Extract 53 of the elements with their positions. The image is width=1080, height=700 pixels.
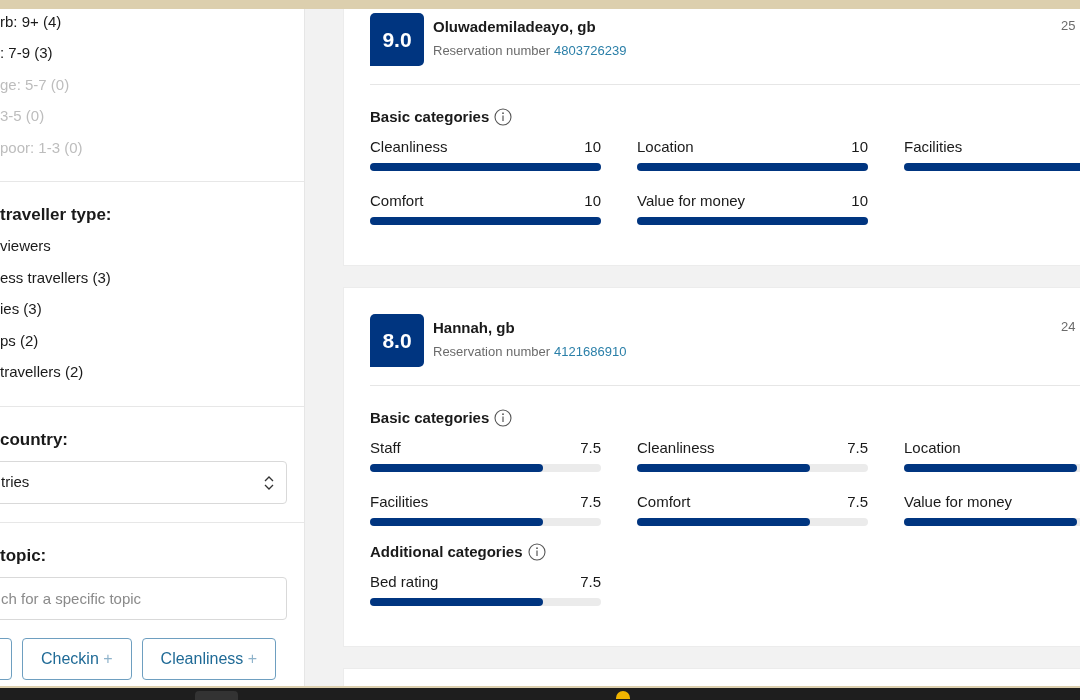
reservation-label: Reservation number — [433, 343, 551, 361]
info-icon[interactable] — [494, 409, 513, 427]
topic-button[interactable]: Checkin + — [22, 638, 132, 680]
category-label: Location — [637, 136, 694, 157]
category-label: Location — [904, 437, 961, 458]
category-score: 10 — [584, 136, 601, 157]
filter-option[interactable]: : 7-9 (3) — [0, 37, 304, 69]
category-label: Cleanliness — [637, 437, 715, 458]
category-score: 10 — [851, 190, 868, 211]
category-heading: Basic categories — [370, 106, 490, 127]
category-score: 10 — [851, 136, 868, 157]
review-date: 24 — [1061, 318, 1076, 336]
reservation-label: Reservation number — [433, 42, 551, 60]
category-score: 7.5 — [580, 571, 601, 592]
category-label: Facilities — [904, 136, 963, 157]
info-icon[interactable] — [494, 108, 513, 126]
category-label: Comfort — [370, 190, 424, 211]
category-label: Facilities — [370, 491, 429, 512]
filter-option[interactable]: travellers (2) — [0, 356, 304, 388]
category-score: 7.5 — [580, 437, 601, 458]
country-select[interactable]: tries — [0, 461, 287, 504]
category-label: Value for money — [904, 491, 1013, 512]
category-label: Comfort — [637, 491, 691, 512]
filter-heading: traveller type: — [0, 203, 113, 226]
topic-button[interactable]: Cleanliness + — [141, 638, 277, 680]
score-badge: 8.0 — [370, 314, 424, 367]
filter-option[interactable]: rb: 9+ (4) — [0, 6, 304, 38]
app-icon[interactable] — [616, 691, 630, 699]
info-icon[interactable] — [527, 543, 546, 561]
reviewer-name: Hannah, gb — [433, 318, 516, 338]
chevron-icon — [264, 475, 274, 490]
category-score: 7.5 — [847, 437, 868, 458]
filter-heading: topic: — [0, 545, 48, 567]
reservation-number[interactable]: 4121686910 — [554, 342, 627, 362]
category-label: Cleanliness — [370, 136, 448, 157]
reservation-number[interactable]: 4803726239 — [554, 41, 627, 61]
score-badge: 9.0 — [370, 13, 424, 66]
category-score: 10 — [584, 190, 601, 211]
topic-search-field[interactable]: ch for a specific topic — [0, 577, 287, 620]
filter-option[interactable]: ess travellers (3) — [0, 262, 304, 294]
reviewer-name: Oluwademiladeayo, gb — [433, 17, 597, 37]
review-date: 25 — [1061, 17, 1076, 35]
category-label: Bed rating — [370, 571, 439, 592]
category-label: Value for money — [637, 190, 746, 211]
filter-option[interactable]: ies (3) — [0, 293, 304, 325]
category-heading: Additional categories — [370, 541, 523, 562]
category-score: 7.5 — [580, 491, 601, 512]
category-label: Staff — [370, 437, 401, 458]
category-heading: Basic categories — [370, 407, 490, 428]
category-score: 7.5 — [847, 491, 868, 512]
filter-option[interactable]: ps (2) — [0, 325, 304, 357]
filter-option[interactable]: viewers — [0, 230, 304, 262]
filter-heading: country: — [0, 429, 69, 451]
